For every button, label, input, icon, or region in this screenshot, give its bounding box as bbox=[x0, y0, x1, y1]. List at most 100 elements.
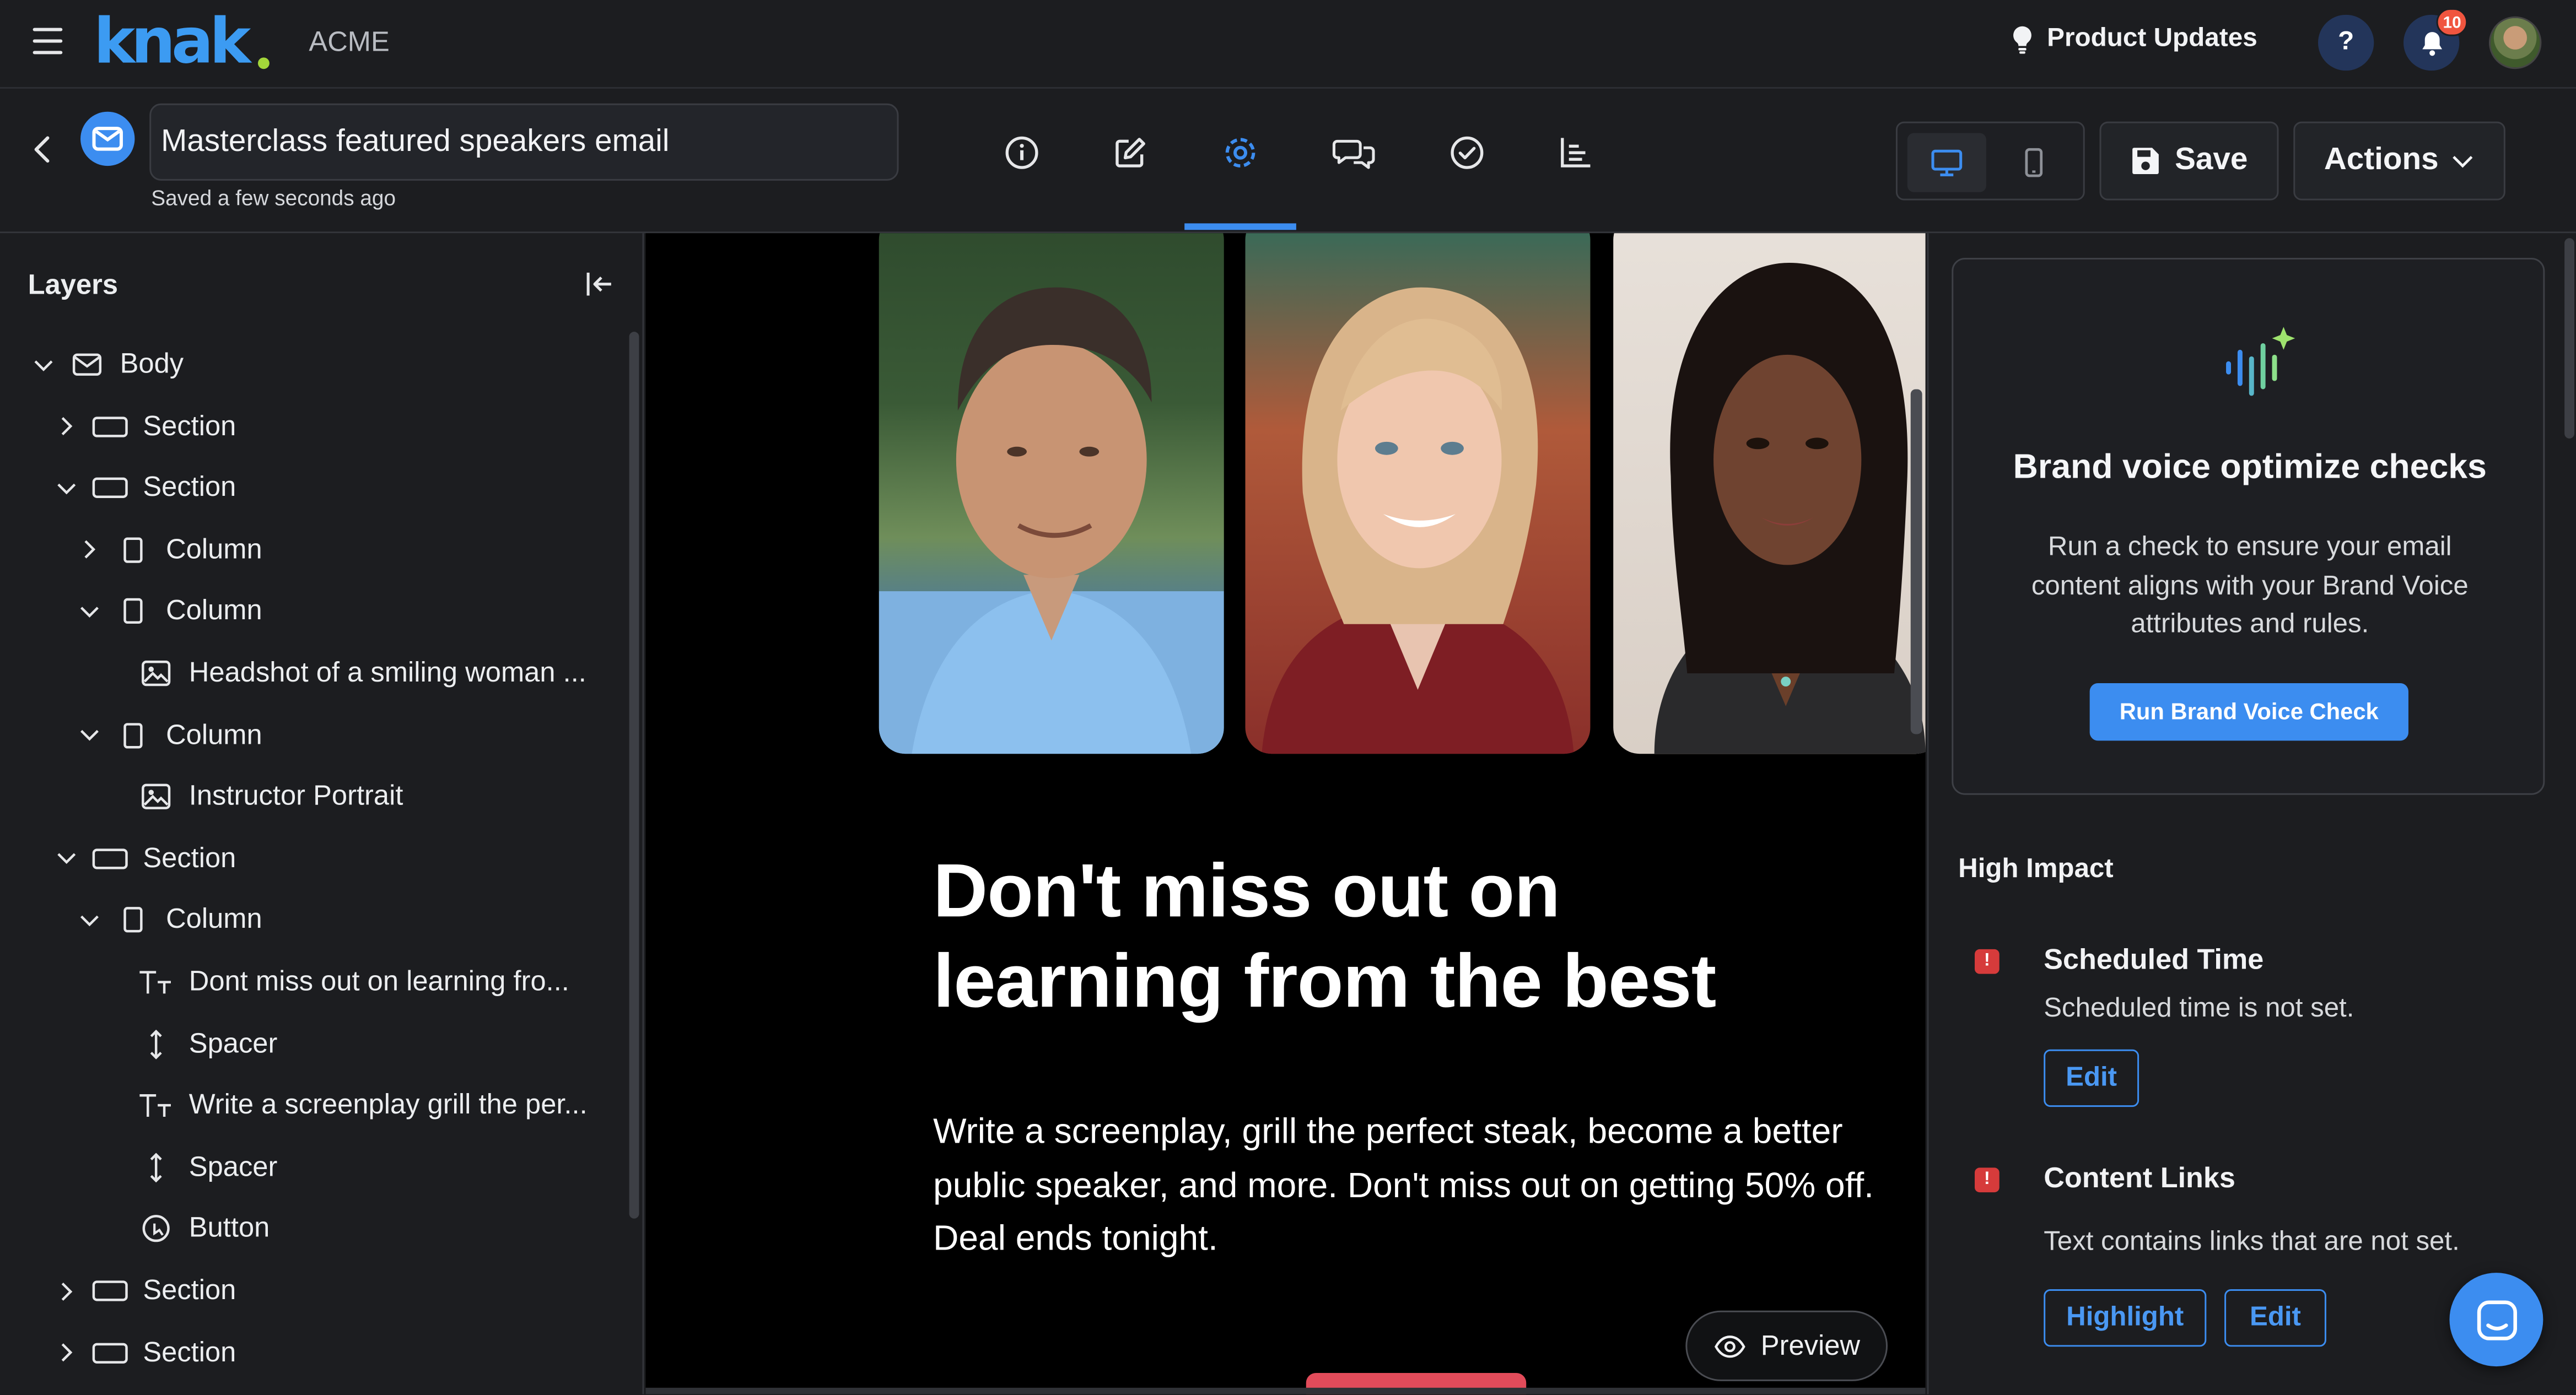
layer-row[interactable]: Spacer bbox=[100, 1023, 277, 1066]
hamburger-menu-icon[interactable] bbox=[33, 28, 63, 55]
chevron-right-icon[interactable] bbox=[54, 1279, 77, 1302]
chevron-down-icon[interactable] bbox=[77, 723, 100, 747]
chevron-down-icon[interactable] bbox=[77, 909, 100, 932]
chevron-down-icon[interactable] bbox=[54, 847, 77, 870]
layer-row[interactable]: Write a screenplay grill the per... bbox=[100, 1084, 588, 1127]
canvas-horizontal-scrollbar[interactable] bbox=[645, 1387, 1926, 1394]
layer-row[interactable]: Section bbox=[54, 405, 236, 448]
canvas-scrollbar[interactable] bbox=[1910, 389, 1922, 734]
speaker-photo-1[interactable] bbox=[879, 233, 1224, 754]
check-icon[interactable] bbox=[1446, 131, 1489, 174]
chevron-down-icon bbox=[2453, 155, 2473, 167]
column-icon bbox=[114, 597, 153, 626]
info-icon[interactable] bbox=[1000, 131, 1043, 174]
checks-panel: Brand voice optimize checks Run a check … bbox=[1927, 233, 2576, 1394]
spacer-icon bbox=[136, 1029, 176, 1059]
edit-links-button[interactable]: Edit bbox=[2224, 1289, 2326, 1347]
column-icon bbox=[114, 535, 153, 565]
layers-scrollbar[interactable] bbox=[629, 332, 639, 1219]
mobile-view-button[interactable] bbox=[1995, 133, 2073, 192]
layer-label: Write a screenplay grill the per... bbox=[188, 1089, 588, 1121]
comments-icon[interactable] bbox=[1332, 131, 1375, 174]
product-updates-link[interactable]: Product Updates bbox=[2011, 25, 2257, 55]
layer-row[interactable]: Section bbox=[54, 837, 236, 880]
layer-row[interactable]: Section bbox=[54, 1269, 236, 1312]
layer-label: Column bbox=[166, 718, 262, 750]
layer-row[interactable]: Spacer bbox=[100, 1146, 278, 1189]
chevron-down-icon[interactable] bbox=[31, 353, 55, 376]
chat-support-button[interactable] bbox=[2449, 1273, 2543, 1367]
brand-voice-title: Brand voice optimize checks bbox=[2013, 448, 2487, 486]
actions-label: Actions bbox=[2324, 143, 2439, 177]
layer-label: Button bbox=[188, 1213, 270, 1244]
preview-button[interactable]: Preview bbox=[1685, 1310, 1888, 1381]
layer-label: Column bbox=[166, 595, 262, 626]
layer-row[interactable]: Column bbox=[77, 899, 262, 942]
actions-dropdown[interactable]: Actions bbox=[2293, 121, 2505, 201]
email-body-text[interactable]: Write a screenplay, grill the perfect st… bbox=[933, 1105, 1903, 1266]
top-bar: knak ACME Product Updates ? 10 bbox=[0, 0, 2576, 89]
layer-row[interactable]: Section bbox=[54, 467, 236, 510]
email-name-input[interactable] bbox=[149, 103, 899, 181]
device-toggle bbox=[1895, 121, 2085, 201]
email-type-icon bbox=[80, 111, 135, 166]
desktop-view-button[interactable] bbox=[1907, 133, 1986, 192]
highlight-links-button[interactable]: Highlight bbox=[2044, 1289, 2207, 1347]
layer-label: Spacer bbox=[188, 1150, 278, 1182]
checks-scrollbar[interactable] bbox=[2564, 238, 2575, 439]
error-icon: ! bbox=[1974, 1167, 2000, 1193]
layer-row[interactable]: Column bbox=[77, 590, 262, 633]
save-button[interactable]: Save bbox=[2099, 121, 2279, 201]
chevron-down-icon[interactable] bbox=[54, 477, 77, 500]
chevron-right-icon[interactable] bbox=[54, 1341, 77, 1364]
layer-row[interactable]: Headshot of a smiling woman ... bbox=[100, 652, 586, 695]
section-icon bbox=[90, 1338, 130, 1367]
issue-desc-scheduled-time: Scheduled time is not set. bbox=[2044, 993, 2354, 1024]
floppy-disk-icon bbox=[2132, 148, 2159, 174]
layer-row[interactable]: Section bbox=[54, 1331, 236, 1374]
product-updates-label: Product Updates bbox=[2047, 24, 2257, 53]
back-arrow-icon[interactable] bbox=[30, 133, 56, 166]
layer-row[interactable]: Column bbox=[77, 713, 262, 756]
layer-label: Section bbox=[143, 1336, 236, 1367]
image-icon bbox=[136, 658, 176, 688]
app-root: knak ACME Product Updates ? 10 Mastercla… bbox=[0, 0, 2576, 1394]
knak-logo[interactable]: knak bbox=[94, 5, 251, 77]
column-icon bbox=[114, 720, 153, 750]
layer-row[interactable]: Column bbox=[77, 528, 262, 571]
saved-status: Saved a few seconds ago bbox=[151, 185, 396, 210]
user-avatar[interactable] bbox=[2489, 16, 2542, 69]
error-icon: ! bbox=[1974, 949, 2000, 974]
layer-row[interactable]: Instructor Portrait bbox=[100, 776, 403, 819]
layer-row[interactable]: Body bbox=[31, 343, 184, 386]
chevron-right-icon[interactable] bbox=[77, 538, 100, 561]
layer-row[interactable]: Dont miss out on learning fro... bbox=[100, 961, 569, 1004]
edit-scheduled-time-button[interactable]: Edit bbox=[2044, 1049, 2140, 1107]
layers-title: Layers bbox=[28, 269, 118, 301]
speaker-photo-3[interactable] bbox=[1613, 233, 1926, 754]
run-brand-voice-check-button[interactable]: Run Brand Voice Check bbox=[2089, 683, 2408, 741]
help-button[interactable]: ? bbox=[2318, 14, 2374, 71]
speaker-photo-2[interactable] bbox=[1245, 233, 1591, 754]
button-icon bbox=[136, 1214, 176, 1244]
lightbulb-icon bbox=[2013, 26, 2031, 54]
chevron-right-icon[interactable] bbox=[54, 415, 77, 438]
layer-label: Section bbox=[143, 410, 236, 441]
chevron-down-icon[interactable] bbox=[77, 600, 100, 623]
layer-row[interactable]: Button bbox=[100, 1208, 270, 1251]
email-headline[interactable]: Don't miss out on learning from the best bbox=[933, 846, 1853, 1026]
save-label: Save bbox=[2175, 143, 2248, 177]
chart-icon[interactable] bbox=[1554, 131, 1597, 174]
chat-icon bbox=[2476, 1300, 2516, 1340]
email-canvas[interactable]: Don't miss out on learning from the best… bbox=[645, 233, 1926, 1394]
collapse-panel-icon[interactable] bbox=[585, 271, 615, 298]
high-impact-heading: High Impact bbox=[1958, 854, 2114, 884]
spacer-icon bbox=[136, 1152, 176, 1182]
settings-icon[interactable] bbox=[1219, 131, 1262, 174]
edit-icon[interactable] bbox=[1109, 131, 1152, 174]
